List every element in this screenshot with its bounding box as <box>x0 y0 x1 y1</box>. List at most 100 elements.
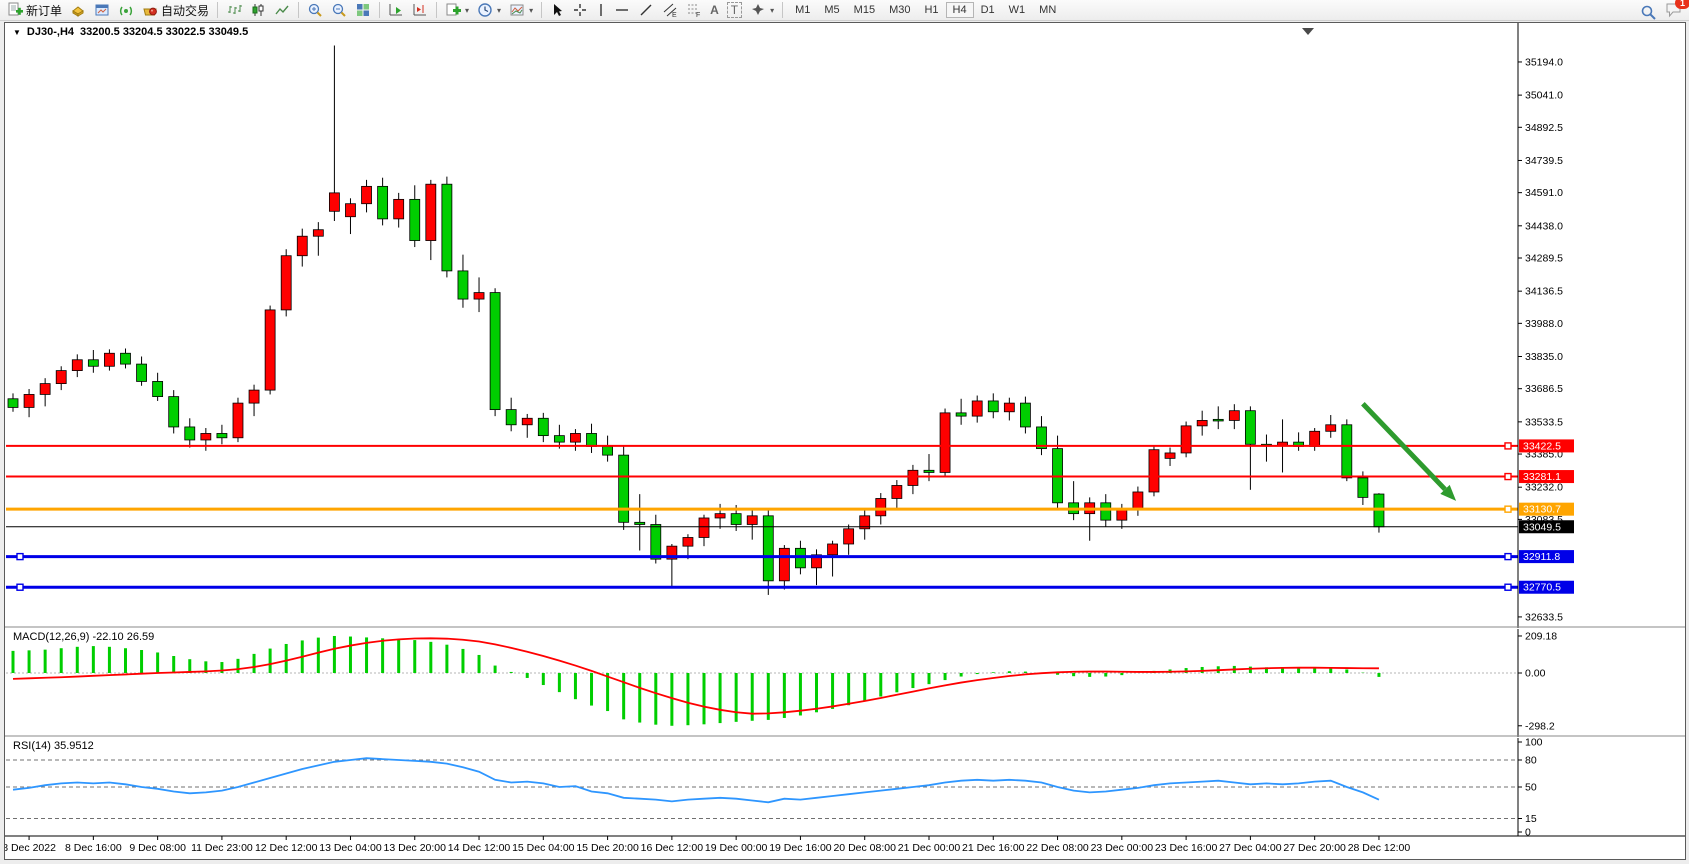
timeframe-m5-button[interactable]: M5 <box>817 2 846 18</box>
candle-body <box>265 310 275 390</box>
zoom-out-button[interactable] <box>328 1 350 19</box>
candle-body <box>1197 420 1207 425</box>
candle-body <box>731 514 741 525</box>
timeframe-m15-button[interactable]: M15 <box>847 2 882 18</box>
cursor-icon <box>550 2 564 18</box>
candle-body <box>892 485 902 498</box>
text-tool-button[interactable]: A <box>707 2 722 18</box>
auto-scroll-button[interactable] <box>385 1 407 19</box>
price-tick-label: 33988.0 <box>1525 318 1563 330</box>
candle-body <box>1310 431 1320 446</box>
timeframe-d1-button[interactable]: D1 <box>974 2 1002 18</box>
timeframe-mn-button[interactable]: MN <box>1032 2 1063 18</box>
templates-button[interactable]: ▾ <box>506 1 536 19</box>
candle-body <box>1165 453 1175 458</box>
candle-body <box>1149 450 1159 492</box>
hline-price-label: 33281.1 <box>1523 471 1561 483</box>
timeframe-h4-button[interactable]: H4 <box>946 2 974 18</box>
signals-button[interactable] <box>115 1 137 19</box>
channel-icon: E <box>662 2 678 18</box>
cursor-tool-button[interactable] <box>547 1 567 19</box>
new-order-button[interactable]: 新订单 <box>4 1 65 20</box>
chart-symbol-period: DJ30-,H4 <box>27 26 74 38</box>
candle-body <box>185 427 195 440</box>
time-tick-label: 13 Dec 04:00 <box>319 842 382 854</box>
autotrading-button[interactable]: 自动交易 <box>139 1 212 20</box>
timeframe-w1-button[interactable]: W1 <box>1002 2 1033 18</box>
auto-scroll-icon <box>388 2 404 18</box>
hline-handle[interactable] <box>1505 506 1511 512</box>
crosshair-tool-button[interactable] <box>569 1 591 19</box>
timeframe-m30-button[interactable]: M30 <box>882 2 917 18</box>
candle-body <box>635 522 645 524</box>
candle-body <box>1278 442 1288 445</box>
candle-body <box>40 384 50 395</box>
candle-body <box>490 293 500 410</box>
candle-body <box>506 410 516 425</box>
hline-handle[interactable] <box>1505 443 1511 449</box>
toolbar-right: 1 <box>1640 1 1683 23</box>
hline-price-label: 32770.5 <box>1523 582 1561 594</box>
chart-window-button[interactable] <box>91 1 113 19</box>
label-tool-button[interactable]: T <box>724 1 745 19</box>
macd-tick-label: -298.2 <box>1525 720 1555 732</box>
trendline-tool-button[interactable] <box>635 1 657 19</box>
new-order-label: 新订单 <box>26 2 62 19</box>
new-chart-button[interactable]: ▾ <box>442 1 472 19</box>
rsi-tick-label: 0 <box>1525 827 1531 839</box>
time-tick-label: 28 Dec 12:00 <box>1348 842 1411 854</box>
arrows-tool-button[interactable]: ▾ <box>747 1 777 19</box>
hline-handle[interactable] <box>17 554 23 560</box>
timeframe-h1-button[interactable]: H1 <box>917 2 945 18</box>
arrows-icon <box>750 2 766 18</box>
timeframe-toolbar: M1M5M15M30H1H4D1W1MN <box>788 2 1063 18</box>
vertical-line-icon <box>596 2 606 18</box>
chart-window: ▼ DJ30-,H4 33200.5 33204.5 33022.5 33049… <box>4 22 1686 860</box>
candle-body <box>394 199 404 219</box>
macd-tick-label: 209.18 <box>1525 630 1557 642</box>
time-tick-label: 13 Dec 20:00 <box>384 842 447 854</box>
bar-chart-icon <box>226 2 242 18</box>
price-tick-label: 33686.5 <box>1525 383 1563 395</box>
hline-handle[interactable] <box>17 584 23 590</box>
mt4-terminal: { "window": { "symbol_period": "DJ30-,H4… <box>0 0 1689 860</box>
tile-windows-button[interactable] <box>352 1 374 19</box>
chart-shift-button[interactable] <box>409 1 431 19</box>
timeframe-m1-button[interactable]: M1 <box>788 2 817 18</box>
chart-shift-icon <box>412 2 428 18</box>
text-tool-icon: A <box>710 3 719 17</box>
candlestick-chart-button[interactable] <box>247 1 269 19</box>
candle-body <box>538 418 548 435</box>
hline-handle[interactable] <box>1505 554 1511 560</box>
hline-handle[interactable] <box>1505 474 1511 480</box>
candle-body <box>474 293 484 300</box>
line-chart-button[interactable] <box>271 1 293 19</box>
fibonacci-tool-button[interactable]: F <box>683 1 705 19</box>
rsi-tick-label: 50 <box>1525 782 1537 794</box>
price-tick-label: 34739.5 <box>1525 155 1563 167</box>
candle-body <box>137 364 147 381</box>
bar-chart-button[interactable] <box>223 1 245 19</box>
vertical-line-tool-button[interactable] <box>593 1 609 19</box>
time-tick-label: 19 Dec 00:00 <box>705 842 768 854</box>
candle-body <box>24 394 34 407</box>
candle-body <box>201 433 211 440</box>
hline-price-label: 32911.8 <box>1523 551 1560 563</box>
dropdown-icon: ▾ <box>770 6 774 15</box>
candle-body <box>442 184 452 271</box>
hline-handle[interactable] <box>1505 584 1511 590</box>
zoom-in-button[interactable] <box>304 1 326 19</box>
horizontal-line-tool-button[interactable] <box>611 1 633 19</box>
candle-body <box>1213 419 1223 421</box>
chart-menu-arrow-icon[interactable]: ▼ <box>13 28 21 37</box>
notification-badge: 1 <box>1675 0 1689 9</box>
search-icon[interactable] <box>1640 4 1657 21</box>
price-chart[interactable]: 35194.035041.034892.534739.534591.034438… <box>5 23 1685 859</box>
price-tick-label: 33232.0 <box>1525 482 1563 494</box>
chat-button[interactable]: 1 <box>1665 1 1683 23</box>
gold-cube-button[interactable] <box>67 1 89 19</box>
candle-body <box>651 524 661 559</box>
channel-tool-button[interactable]: E <box>659 1 681 19</box>
candle-body <box>56 371 66 384</box>
periods-button[interactable]: ▾ <box>474 1 504 19</box>
